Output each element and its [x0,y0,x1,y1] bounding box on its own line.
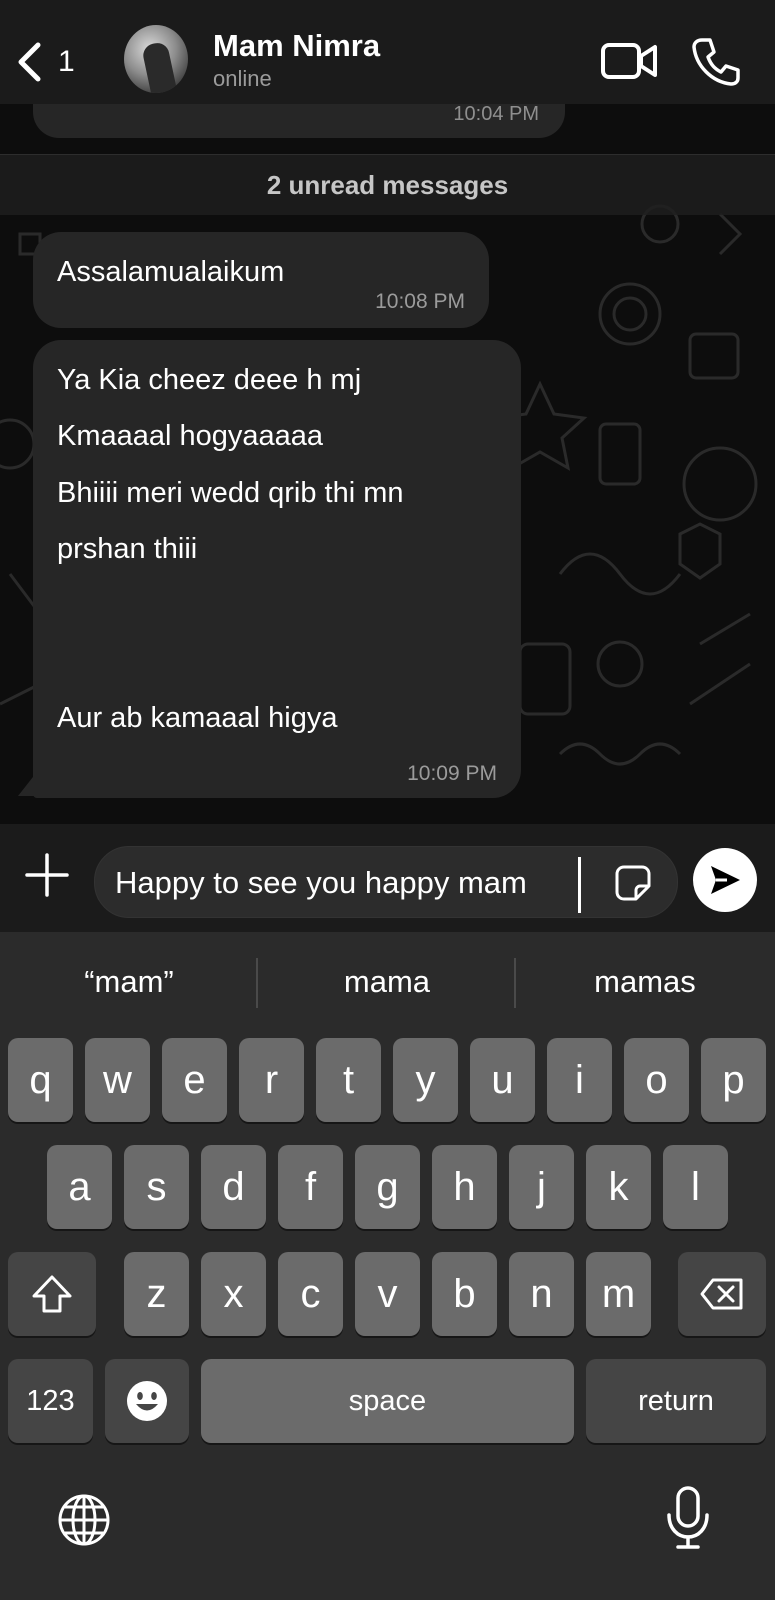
unread-messages-banner: 2 unread messages [0,154,775,215]
message-input[interactable]: Happy to see you happy mam [94,846,678,918]
key-w[interactable]: w [85,1038,150,1122]
key-r[interactable]: r [239,1038,304,1122]
key-e[interactable]: e [162,1038,227,1122]
text-caret [578,857,581,913]
send-icon [711,866,740,894]
video-call-button[interactable] [600,38,660,84]
key-q[interactable]: q [8,1038,73,1122]
unread-messages-label: 2 unread messages [266,169,509,200]
phone-icon [692,38,740,86]
contact-status: online [213,66,272,91]
message-line: Kmaaaal hogyaaaaa [57,420,324,452]
back-button[interactable]: 1 [14,36,84,88]
dictation-key[interactable] [662,1485,714,1551]
message-time: 10:04 PM [453,104,539,125]
numbers-key[interactable]: 123 [8,1359,93,1443]
contact-name[interactable]: Mam Nimra [213,28,380,64]
key-m[interactable]: m [586,1252,651,1336]
plus-icon [25,853,69,897]
chat-header: 1 Mam Nimra online [0,0,775,104]
message-line: prshan thiii [57,533,198,565]
attach-button[interactable] [24,852,70,898]
return-key[interactable]: return [586,1359,766,1443]
key-z[interactable]: z [124,1252,189,1336]
key-u[interactable]: u [470,1038,535,1122]
key-k[interactable]: k [586,1145,651,1229]
message-bubble[interactable]: Assalamualaikum 10:08 PM [33,232,489,328]
globe-key[interactable] [56,1492,112,1548]
send-button[interactable] [693,848,757,912]
message-composer: Happy to see you happy mam [0,824,775,932]
message-line: Ya Kia cheez deee h mj [57,364,362,396]
autocorrect-suggestions: “mam” mama mamas [0,932,775,1032]
emoji-key[interactable] [105,1359,189,1443]
key-d[interactable]: d [201,1145,266,1229]
keyboard: “mam” mama mamas q w e r t y u i o p a s… [0,932,775,1600]
suggestion-3[interactable]: mamas [516,964,774,1000]
chat-area[interactable]: 10:04 PM 2 unread messages Assalamualaik… [0,104,775,824]
key-i[interactable]: i [547,1038,612,1122]
message-text: Assalamualaikum [57,256,285,288]
key-h[interactable]: h [432,1145,497,1229]
key-x[interactable]: x [201,1252,266,1336]
microphone-icon [667,1486,709,1549]
globe-icon [58,1494,110,1546]
message-input-text: Happy to see you happy mam [115,865,527,900]
shift-icon [32,1275,72,1313]
backspace-key[interactable] [678,1252,766,1336]
key-y[interactable]: y [393,1038,458,1122]
message-line: Aur ab kamaaal higya [57,702,338,734]
shift-key[interactable] [8,1252,96,1336]
voice-call-button[interactable] [690,36,742,88]
suggestion-2[interactable]: mama [258,964,516,1000]
key-o[interactable]: o [624,1038,689,1122]
message-bubble[interactable]: Ya Kia cheez deee h mj Kmaaaal hogyaaaaa… [33,340,521,798]
message-line: Bhiiii meri wedd qrib thi mn [57,477,404,509]
key-j[interactable]: j [509,1145,574,1229]
key-v[interactable]: v [355,1252,420,1336]
key-b[interactable]: b [432,1252,497,1336]
avatar[interactable] [124,25,188,93]
space-key[interactable]: space [201,1359,574,1443]
key-g[interactable]: g [355,1145,420,1229]
sticker-icon [615,865,651,901]
unread-chats-count: 1 [58,45,75,78]
previous-message-bubble[interactable]: 10:04 PM [33,104,565,138]
message-time: 10:08 PM [375,290,465,313]
key-a[interactable]: a [47,1145,112,1229]
backspace-icon [700,1278,743,1310]
message-time: 10:09 PM [407,762,497,785]
sticker-button[interactable] [614,864,652,902]
key-p[interactable]: p [701,1038,766,1122]
key-l[interactable]: l [663,1145,728,1229]
key-c[interactable]: c [278,1252,343,1336]
bubble-tail [18,768,40,796]
emoji-icon [127,1381,167,1421]
suggestion-1[interactable]: “mam” [0,964,258,1000]
video-camera-icon [601,43,657,79]
key-f[interactable]: f [278,1145,343,1229]
key-t[interactable]: t [316,1038,381,1122]
key-n[interactable]: n [509,1252,574,1336]
chevron-left-icon [18,42,41,82]
key-s[interactable]: s [124,1145,189,1229]
